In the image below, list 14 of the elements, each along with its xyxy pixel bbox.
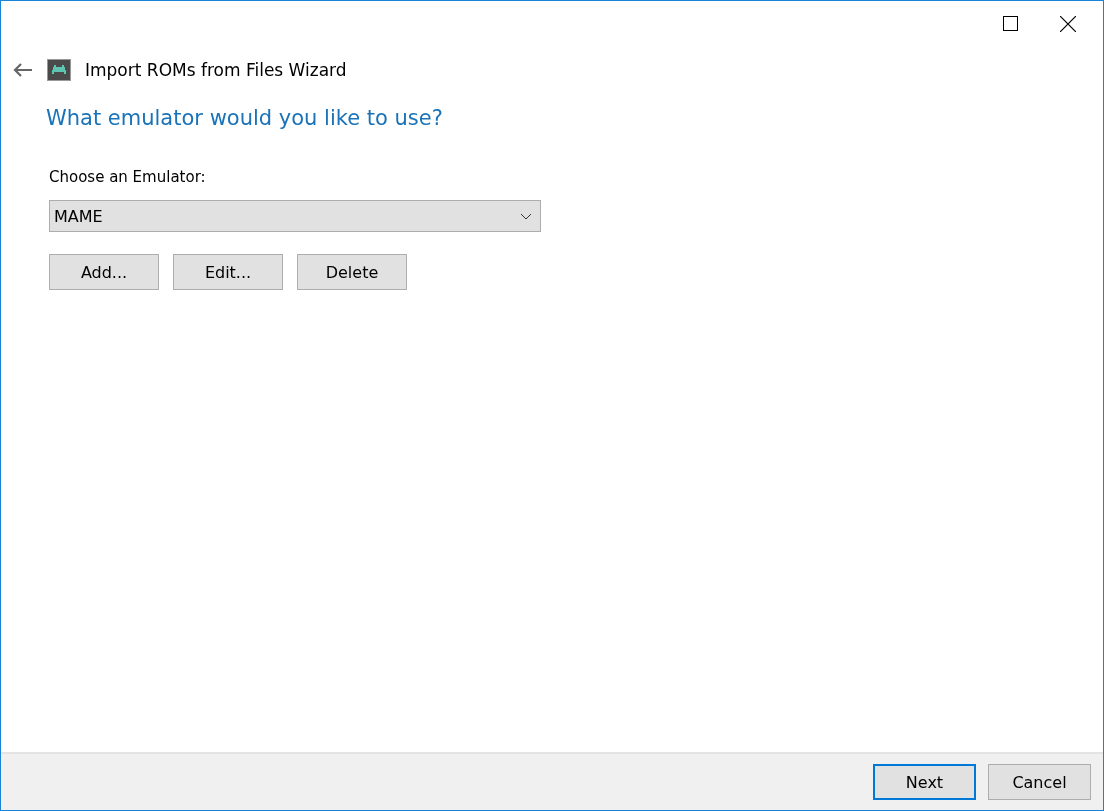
invader-app-icon [47, 59, 71, 81]
window-title: Import ROMs from Files Wizard [85, 60, 347, 80]
emulator-dropdown[interactable]: MAME [49, 200, 541, 232]
wizard-button[interactable]: Cancel [988, 764, 1091, 800]
action-button[interactable]: Add... [49, 254, 159, 290]
emulator-label: Choose an Emulator: [49, 168, 206, 186]
maximize-icon [1002, 16, 1018, 31]
wizard-button[interactable]: Next [873, 764, 976, 800]
page-heading: What emulator would you like to use? [46, 106, 444, 130]
chevron-down-icon [520, 212, 532, 220]
action-button[interactable]: Edit... [173, 254, 283, 290]
close-icon [1060, 15, 1076, 32]
back-arrow-icon[interactable] [13, 62, 33, 78]
action-button[interactable]: Delete [297, 254, 407, 290]
